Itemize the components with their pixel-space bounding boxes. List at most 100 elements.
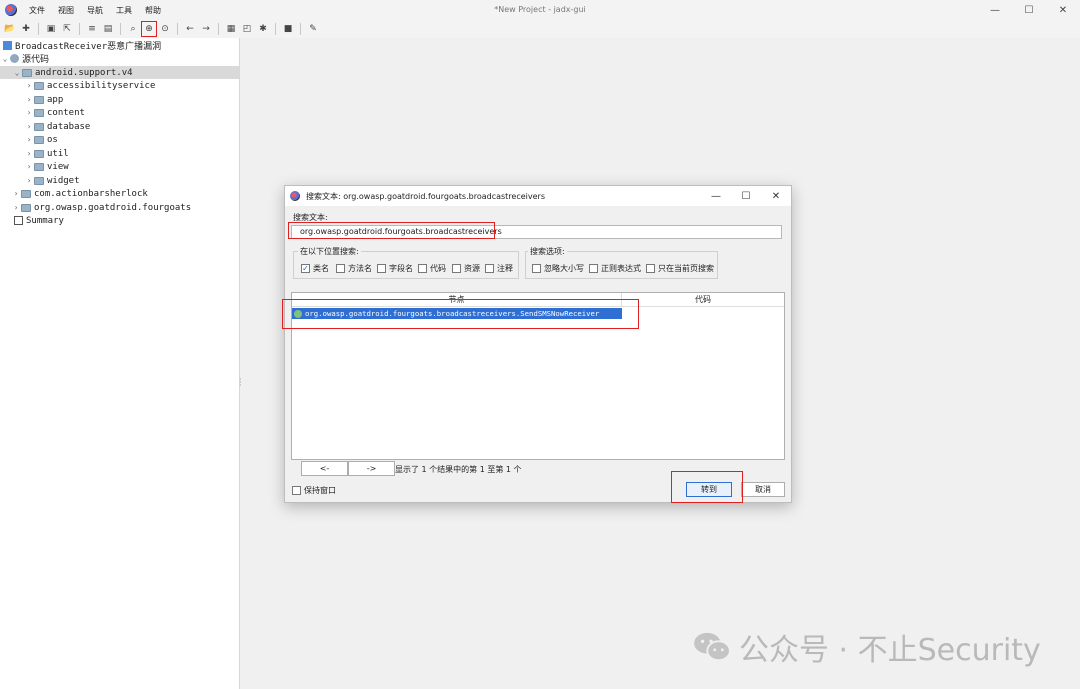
goto-button-highlight [671, 471, 743, 503]
column-header-code[interactable]: 代码 [622, 293, 784, 307]
chevron-right-icon[interactable]: › [24, 162, 34, 171]
chevron-right-icon[interactable]: › [24, 135, 34, 144]
chevron-right-icon[interactable]: › [24, 95, 34, 104]
deobfuscation-icon[interactable]: ◰ [240, 22, 254, 36]
tree-item[interactable]: › org.owasp.goatdroid.fourgoats [11, 201, 192, 214]
sync-icon[interactable]: ≡ [85, 22, 99, 36]
dialog-maximize-button[interactable]: ☐ [731, 186, 761, 206]
checkbox-ignore-case[interactable]: 忽略大小写 [532, 263, 584, 274]
project-icon [3, 41, 12, 50]
forward-icon[interactable]: → [199, 22, 213, 36]
menu-file[interactable]: 文件 [27, 4, 47, 17]
preferences-icon[interactable]: ✎ [306, 22, 320, 36]
tree-root[interactable]: BroadcastReceiver恶意广播漏洞 [3, 39, 161, 52]
menu-help[interactable]: 帮助 [143, 4, 163, 17]
checkbox-comments[interactable]: 注释 [485, 263, 513, 274]
checkbox-box[interactable] [485, 264, 494, 273]
package-icon [34, 176, 44, 185]
chevron-down-icon[interactable]: ⌄ [12, 68, 22, 77]
menu-navigation[interactable]: 导航 [85, 4, 105, 17]
checkbox-field-name[interactable]: 字段名 [377, 263, 413, 274]
jadx-logo-icon [290, 191, 300, 201]
tree-item[interactable]: › widget [24, 174, 80, 187]
class-search-icon[interactable]: ⊙ [158, 22, 172, 36]
add-files-icon[interactable]: ✚ [19, 22, 33, 36]
tree-item[interactable]: › os [24, 133, 58, 146]
tree-item-label: widget [47, 175, 80, 186]
dialog-minimize-button[interactable]: — [701, 186, 731, 206]
chevron-right-icon[interactable]: › [24, 122, 34, 131]
checkbox-box[interactable]: ✓ [301, 264, 310, 273]
checkbox-current-page[interactable]: 只在当前页搜索 [646, 263, 714, 274]
tree-item[interactable]: › accessibilityservice [24, 79, 156, 92]
package-icon [34, 135, 44, 144]
dialog-close-button[interactable]: ✕ [761, 186, 791, 206]
tree-item[interactable]: › com.actionbarsherlock [11, 187, 148, 200]
save-icon[interactable]: ▣ [44, 22, 58, 36]
chevron-right-icon[interactable]: › [24, 149, 34, 158]
search-input-highlight [288, 222, 495, 239]
checkbox-box[interactable] [336, 264, 345, 273]
search-in-label: 在以下位置搜索: [298, 246, 361, 257]
checkbox-keep-open[interactable]: 保持窗口 [292, 485, 336, 496]
checkbox-box[interactable] [377, 264, 386, 273]
title-bar: 文件 视图 导航 工具 帮助 *New Project - jadx-gui —… [0, 0, 1080, 20]
tree-item-label: os [47, 134, 58, 145]
tree-item-label: content [47, 107, 85, 118]
next-page-button[interactable]: -> [348, 461, 395, 476]
checkbox-regex[interactable]: 正则表达式 [589, 263, 641, 274]
text-search-icon[interactable]: ⊕ [141, 21, 157, 37]
checkbox-box[interactable] [589, 264, 598, 273]
menu-view[interactable]: 视图 [56, 4, 76, 17]
tree-item[interactable]: › database [24, 120, 91, 133]
back-icon[interactable]: ← [183, 22, 197, 36]
decompile-icon[interactable]: ▦ [224, 22, 238, 36]
splitter-handle[interactable]: · · · [239, 376, 242, 390]
tree-item[interactable]: › app [24, 93, 64, 106]
tree-item-label: database [47, 121, 91, 132]
search-icon[interactable]: ⌕ [126, 22, 140, 36]
chevron-right-icon[interactable]: › [11, 203, 21, 212]
chevron-down-icon[interactable]: ⌄ [0, 54, 10, 63]
checkbox-box[interactable] [418, 264, 427, 273]
maximize-button[interactable]: ☐ [1012, 0, 1046, 20]
chevron-right-icon[interactable]: › [24, 81, 34, 90]
minimize-button[interactable]: — [978, 0, 1012, 20]
search-options-label: 搜索选项: [528, 246, 567, 257]
flatten-icon[interactable]: ▤ [101, 22, 115, 36]
checkbox-box[interactable] [646, 264, 655, 273]
checkbox-label: 保持窗口 [304, 486, 336, 495]
checkbox-class-name[interactable]: ✓ 类名 [301, 263, 329, 274]
tree-item[interactable]: › util [24, 147, 69, 160]
wechat-icon [694, 632, 731, 662]
tree-item[interactable]: › content [24, 106, 85, 119]
checkbox-label: 方法名 [348, 264, 372, 273]
menu-tools[interactable]: 工具 [114, 4, 134, 17]
checkbox-label: 代码 [430, 264, 446, 273]
tree-item[interactable]: › view [24, 160, 69, 173]
chevron-right-icon[interactable]: › [24, 176, 34, 185]
open-icon[interactable]: 📂 [3, 22, 17, 36]
checkbox-box[interactable] [452, 264, 461, 273]
chevron-right-icon[interactable]: › [24, 108, 34, 117]
tree-item-label: view [47, 161, 69, 172]
checkbox-label: 忽略大小写 [544, 264, 584, 273]
export-icon[interactable]: ⇱ [60, 22, 74, 36]
dialog-title-bar: 搜索文本: org.owasp.goatdroid.fourgoats.broa… [285, 186, 791, 206]
close-button[interactable]: ✕ [1046, 0, 1080, 20]
cancel-button[interactable]: 取消 [741, 482, 785, 497]
checkbox-resources[interactable]: 资源 [452, 263, 480, 274]
debug-icon[interactable]: ■ [281, 22, 295, 36]
log-icon[interactable]: ✱ [256, 22, 270, 36]
checkbox-code[interactable]: 代码 [418, 263, 446, 274]
checkbox-label: 字段名 [389, 264, 413, 273]
tree-summary[interactable]: Summary [14, 214, 64, 227]
checkbox-method-name[interactable]: 方法名 [336, 263, 372, 274]
checkbox-box[interactable] [532, 264, 541, 273]
checkbox-box[interactable] [292, 486, 301, 495]
chevron-right-icon[interactable]: › [11, 189, 21, 198]
tree-package-selected[interactable]: ⌄ android.support.v4 [0, 66, 239, 79]
prev-page-button[interactable]: <- [301, 461, 348, 476]
tree-source[interactable]: ⌄ 源代码 [0, 52, 49, 65]
package-icon [34, 108, 44, 117]
